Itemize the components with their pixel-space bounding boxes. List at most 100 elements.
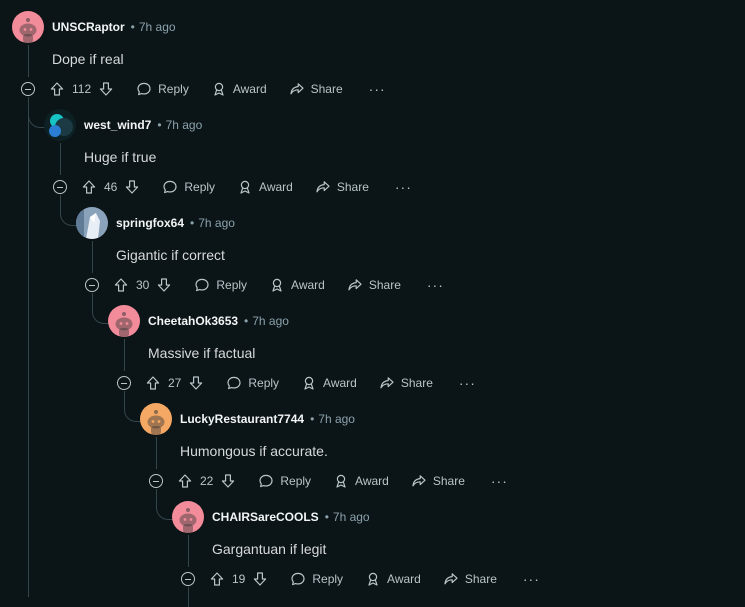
separator-dot: •	[190, 216, 195, 230]
award-ribbon-icon	[237, 179, 253, 195]
reply-button-label: Reply	[248, 376, 280, 390]
award-button[interactable]: Award	[269, 277, 325, 293]
comment-actions: 30 Reply Award Share ···	[85, 269, 444, 301]
reply-button-label: Reply	[312, 572, 344, 586]
award-ribbon-icon	[301, 375, 317, 391]
share-button[interactable]: Share	[347, 277, 401, 293]
separator-dot: •	[324, 510, 329, 524]
username[interactable]: springfox64	[116, 216, 184, 230]
separator-dot: •	[130, 20, 135, 34]
more-options-button[interactable]: ···	[369, 81, 386, 97]
award-ribbon-icon	[211, 81, 227, 97]
arrow-down-icon[interactable]	[220, 473, 236, 489]
award-ribbon-icon	[365, 571, 381, 587]
share-button-label: Share	[400, 376, 433, 390]
speech-bubble-icon	[194, 277, 210, 293]
reply-button[interactable]: Reply	[258, 473, 311, 489]
reply-button[interactable]: Reply	[226, 375, 279, 391]
reply-button[interactable]: Reply	[136, 81, 189, 97]
comment-body: Massive if factual	[148, 345, 256, 361]
reply-button-label: Reply	[280, 474, 312, 488]
more-options-button[interactable]: ···	[491, 473, 508, 489]
award-button[interactable]: Award	[237, 179, 293, 195]
arrow-down-icon[interactable]	[124, 179, 140, 195]
collapse-button[interactable]	[21, 82, 35, 96]
comment-thread: UNSCRaptor • 7h ago Dope if real 112 Reply Awa…	[0, 0, 745, 607]
username[interactable]: west_wind7	[84, 118, 151, 132]
username[interactable]: CheetahOk3653	[148, 314, 238, 328]
more-options-button[interactable]: ···	[427, 277, 444, 293]
arrow-up-icon[interactable]	[113, 277, 129, 293]
comment-actions: 112 Reply Award Share ···	[21, 73, 386, 105]
avatar[interactable]	[108, 305, 140, 337]
collapse-button[interactable]	[53, 180, 67, 194]
timestamp[interactable]: 7h ago	[198, 216, 235, 230]
collapse-button[interactable]	[149, 474, 163, 488]
more-options-button[interactable]: ···	[459, 375, 476, 391]
share-arrow-icon	[411, 473, 427, 489]
share-button[interactable]: Share	[443, 571, 497, 587]
timestamp[interactable]: 7h ago	[166, 118, 203, 132]
vote-control: 112	[49, 81, 114, 97]
reply-button-label: Reply	[216, 278, 248, 292]
arrow-up-icon[interactable]	[145, 375, 161, 391]
arrow-down-icon[interactable]	[252, 571, 268, 587]
timestamp[interactable]: 7h ago	[139, 20, 176, 34]
vote-control: 19	[209, 571, 268, 587]
share-button[interactable]: Share	[315, 179, 369, 195]
award-button[interactable]: Award	[211, 81, 267, 97]
arrow-down-icon[interactable]	[98, 81, 114, 97]
avatar[interactable]	[140, 403, 172, 435]
avatar[interactable]	[12, 11, 44, 43]
award-button-label: Award	[232, 82, 267, 96]
reply-button[interactable]: Reply	[290, 571, 343, 587]
comment-header: west_wind7 • 7h ago	[44, 109, 202, 141]
timestamp[interactable]: 7h ago	[333, 510, 370, 524]
award-button[interactable]: Award	[301, 375, 357, 391]
collapse-button[interactable]	[117, 376, 131, 390]
username[interactable]: LuckyRestaurant7744	[180, 412, 304, 426]
share-button[interactable]: Share	[289, 81, 343, 97]
comment-header: LuckyRestaurant7744 • 7h ago	[140, 403, 355, 435]
share-button[interactable]: Share	[411, 473, 465, 489]
avatar[interactable]	[172, 501, 204, 533]
vote-score: 27	[168, 376, 182, 390]
vote-score: 22	[200, 474, 214, 488]
vote-score: 19	[232, 572, 246, 586]
collapse-button[interactable]	[85, 278, 99, 292]
arrow-up-icon[interactable]	[209, 571, 225, 587]
more-options-button[interactable]: ···	[523, 571, 540, 587]
avatar[interactable]	[76, 207, 108, 239]
arrow-up-icon[interactable]	[177, 473, 193, 489]
separator-dot: •	[244, 314, 249, 328]
award-button-label: Award	[387, 572, 421, 586]
share-arrow-icon	[347, 277, 363, 293]
comment-header: springfox64 • 7h ago	[76, 207, 235, 239]
timestamp[interactable]: 7h ago	[252, 314, 289, 328]
reply-button[interactable]: Reply	[162, 179, 215, 195]
reply-button[interactable]: Reply	[194, 277, 247, 293]
share-arrow-icon	[379, 375, 395, 391]
separator-dot: •	[157, 118, 162, 132]
collapse-button[interactable]	[181, 572, 195, 586]
arrow-down-icon[interactable]	[156, 277, 172, 293]
award-button[interactable]: Award	[365, 571, 421, 587]
vote-score: 112	[72, 82, 92, 96]
award-button-label: Award	[259, 180, 293, 194]
username[interactable]: UNSCRaptor	[52, 20, 125, 34]
thread-line	[188, 587, 189, 607]
share-button[interactable]: Share	[379, 375, 433, 391]
more-options-button[interactable]: ···	[395, 179, 412, 195]
avatar[interactable]	[44, 109, 76, 141]
username[interactable]: CHAIRSareCOOLS	[212, 510, 319, 524]
award-button[interactable]: Award	[333, 473, 389, 489]
arrow-up-icon[interactable]	[81, 179, 97, 195]
arrow-up-icon[interactable]	[49, 81, 65, 97]
share-button-label: Share	[368, 278, 401, 292]
arrow-down-icon[interactable]	[188, 375, 204, 391]
vote-control: 22	[177, 473, 236, 489]
share-arrow-icon	[315, 179, 331, 195]
timestamp[interactable]: 7h ago	[318, 412, 355, 426]
comment-actions: 19 Reply Award Share ···	[181, 563, 540, 595]
award-button-label: Award	[291, 278, 325, 292]
